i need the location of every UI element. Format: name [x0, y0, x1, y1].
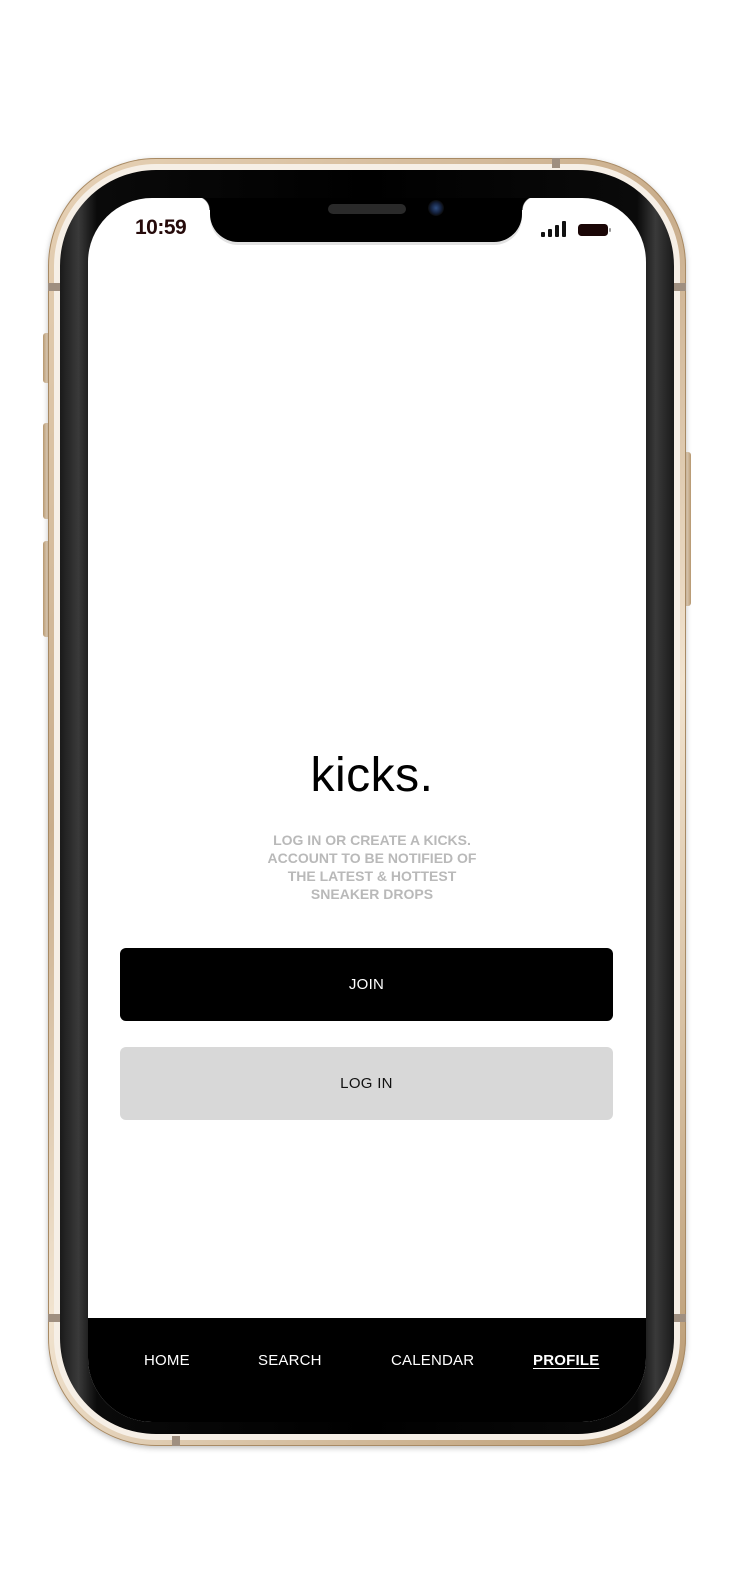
antenna-band [48, 1314, 60, 1322]
notch [196, 198, 536, 242]
tab-calendar[interactable]: CALENDAR [391, 1352, 474, 1369]
cellular-signal-icon [541, 221, 566, 237]
bottom-tab-bar: HOME SEARCH CALENDAR PROFILE [88, 1318, 646, 1422]
antenna-band [172, 1436, 180, 1446]
log-in-button[interactable]: LOG IN [120, 1047, 613, 1120]
antenna-band [674, 1314, 686, 1322]
antenna-band [674, 283, 686, 291]
antenna-band [552, 158, 560, 168]
tab-home[interactable]: HOME [144, 1352, 190, 1369]
antenna-band [48, 283, 60, 291]
tab-search[interactable]: SEARCH [258, 1352, 322, 1369]
tab-profile[interactable]: PROFILE [533, 1352, 599, 1369]
stage: 10:59 kicks. LOG IN OR CREATE A KICKS. A… [0, 0, 744, 1570]
brand-logo-text: kicks. [310, 749, 434, 802]
front-camera-icon [428, 200, 444, 216]
battery-icon [578, 224, 611, 236]
join-button[interactable]: JOIN [120, 948, 613, 1021]
status-time: 10:59 [135, 216, 187, 239]
phone-screen: 10:59 kicks. LOG IN OR CREATE A KICKS. A… [88, 198, 646, 1422]
earpiece-speaker [328, 204, 406, 214]
tagline-text: LOG IN OR CREATE A KICKS. ACCOUNT TO BE … [267, 832, 477, 902]
